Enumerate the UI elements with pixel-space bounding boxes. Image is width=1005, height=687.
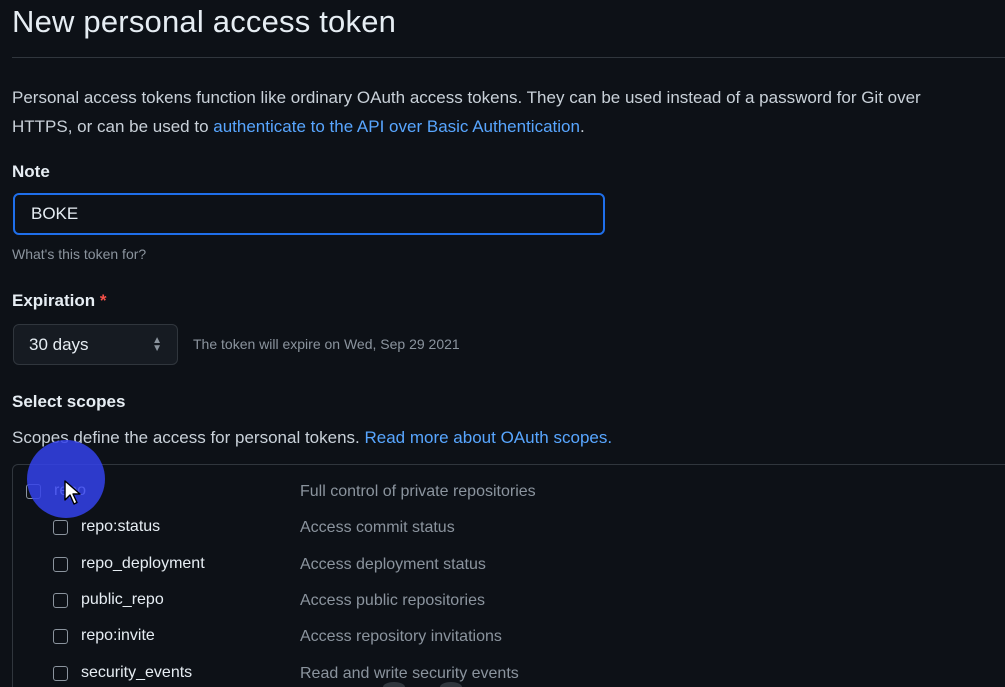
scope-row-repo-invite[interactable]: repo:invite <box>53 624 155 648</box>
scope-checkbox-public-repo[interactable] <box>53 592 68 608</box>
expiration-selected-value: 30 days <box>29 334 89 354</box>
scope-name: repo:invite <box>81 627 155 644</box>
required-marker: * <box>99 291 107 310</box>
scopes-description: Scopes define the access for personal to… <box>12 428 612 448</box>
scope-description: Access public repositories <box>300 592 485 609</box>
token-page: New personal access token Personal acces… <box>0 0 1005 687</box>
title-divider <box>12 57 1005 58</box>
intro-text-line1: Personal access tokens function like ord… <box>12 88 921 107</box>
expiration-label-text: Expiration <box>12 291 96 310</box>
intro-text-end: . <box>579 117 585 136</box>
expiry-date-text: The token will expire on Wed, Sep 29 202… <box>193 336 460 352</box>
scope-name: repo:status <box>81 518 161 535</box>
scope-checkbox-repo-deployment[interactable] <box>53 556 68 572</box>
intro-text-line2: HTTPS, or can be used to <box>12 117 214 136</box>
page-title: New personal access token <box>12 4 397 39</box>
chevron-up-down-icon: ▲ ▼ <box>152 334 162 354</box>
note-input[interactable] <box>13 193 605 235</box>
note-help-text: What's this token for? <box>12 246 147 262</box>
scope-description: Read and write security events <box>300 665 519 682</box>
partial-icon <box>383 682 405 687</box>
scope-row-repo-status[interactable]: repo:status <box>53 515 160 539</box>
scope-checkbox-repo-status[interactable] <box>53 519 68 535</box>
scope-description: Access repository invitations <box>300 628 502 645</box>
scope-description: Full control of private repositories <box>300 483 536 500</box>
cursor-highlight <box>27 440 105 518</box>
note-label: Note <box>12 162 50 181</box>
scope-row-repo-deployment[interactable]: repo_deployment <box>53 552 205 576</box>
basic-auth-link[interactable]: authenticate to the API over Basic Authe… <box>213 117 580 136</box>
scope-row-public-repo[interactable]: public_repo <box>53 588 164 612</box>
scope-name: security_events <box>81 664 193 681</box>
scope-checkbox-security-events[interactable] <box>53 665 68 681</box>
scope-description: Access deployment status <box>300 556 486 573</box>
scope-description: Access commit status <box>300 519 455 536</box>
expiration-label: Expiration * <box>12 291 106 311</box>
scope-name: repo_deployment <box>81 555 205 572</box>
mouse-pointer-icon <box>64 480 81 505</box>
scope-row-security-events[interactable]: security_events <box>53 661 192 685</box>
oauth-scopes-link[interactable]: Read more about OAuth scopes. <box>364 428 612 447</box>
expiration-select[interactable]: 30 days ▲ ▼ <box>13 324 178 365</box>
partial-icon <box>440 682 462 687</box>
scope-checkbox-repo-invite[interactable] <box>53 628 68 644</box>
intro-text: Personal access tokens function like ord… <box>12 83 1005 141</box>
scope-name: public_repo <box>81 591 164 608</box>
select-scopes-heading: Select scopes <box>12 392 126 411</box>
